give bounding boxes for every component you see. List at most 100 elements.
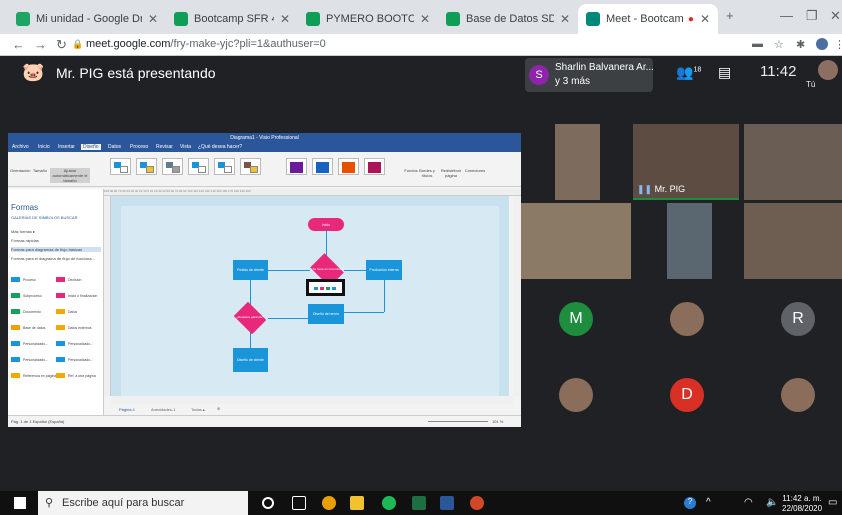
help-icon[interactable]: ? — [684, 497, 696, 509]
zoom-slider[interactable] — [428, 421, 488, 422]
cortana-icon[interactable] — [262, 497, 274, 509]
stencil-shape[interactable]: Personalizado... — [11, 341, 48, 346]
tab-base-datos[interactable]: Base de Datos SDES - Hojas de ✕ — [438, 4, 578, 34]
participant-chip[interactable]: S Sharlin Balvanera Ar... y 3 más — [525, 58, 654, 92]
star-icon[interactable]: ☆ — [774, 38, 784, 51]
tab-inicio[interactable]: Inicio — [38, 144, 50, 150]
more-shapes-link[interactable]: Más formas ▸ — [11, 229, 35, 234]
tab-google-drive[interactable]: Mi unidad - Google Drive ✕ — [8, 4, 166, 34]
tab-revisar[interactable]: Revisar — [156, 144, 173, 150]
stencil-shape[interactable]: Datos externos — [56, 325, 92, 330]
close-icon[interactable]: ✕ — [560, 12, 570, 26]
flow-process[interactable]: Producción interna — [366, 260, 402, 280]
participant-tile[interactable] — [744, 203, 842, 279]
tab-datos[interactable]: Datos — [108, 144, 121, 150]
url-field[interactable]: meet.google.com/fry-make-yjc?pli=1&authu… — [86, 38, 326, 50]
lock-icon[interactable]: 🔒 — [72, 39, 83, 50]
tab-pymero[interactable]: PYMERO BOOTCAMP - Hojas d ✕ — [298, 4, 438, 34]
variant-thumbnail[interactable] — [338, 158, 359, 175]
autofit-button[interactable]: Ajustar automáticamente el tamaño — [50, 168, 90, 183]
cross-functional-stencil[interactable]: Formas para el diagrama de flujo de func… — [11, 256, 95, 261]
task-view-icon[interactable] — [292, 496, 306, 510]
stencil-shape[interactable]: Personalizado... — [56, 341, 93, 346]
stencil-shape[interactable]: Personalizado... — [56, 357, 93, 362]
avatar[interactable] — [781, 378, 815, 412]
participant-tile-presenter[interactable]: ❚❚ Mr. PIG — [633, 124, 739, 200]
avatar[interactable] — [559, 378, 593, 412]
stencil-shape[interactable]: Base de datos — [11, 325, 45, 330]
tab-diseno[interactable]: Diseño — [81, 144, 101, 150]
connectors-button[interactable]: Conectores — [464, 168, 486, 173]
tell-me-search[interactable]: ¿Qué desea hacer? — [198, 144, 242, 150]
quick-shapes-link[interactable]: Formas rápidas — [11, 238, 39, 243]
stencil-shape[interactable]: Proceso — [11, 277, 36, 282]
basic-flowchart-stencil[interactable]: Formas para diagramas de flujo básicas — [11, 247, 101, 252]
participant-tile[interactable] — [521, 203, 631, 279]
tab-proceso[interactable]: Proceso — [130, 144, 148, 150]
shapes-subtabs[interactable]: GALERÍAS DE SÍMBOLOS BUSCAR — [11, 215, 77, 220]
volume-icon[interactable]: 🔈 — [766, 497, 778, 508]
tab-bootcamp[interactable]: Bootcamp SFR 4ta Gen. - Hoja ✕ — [166, 4, 298, 34]
size-button[interactable]: Tamaño — [32, 168, 48, 173]
flow-decision[interactable]: ¿Requiere garantía? — [232, 301, 268, 335]
theme-thumbnail[interactable] — [240, 158, 261, 175]
tab-vista[interactable]: Vista — [180, 144, 191, 150]
close-icon[interactable]: ✕ — [700, 12, 710, 26]
close-icon[interactable]: ✕ — [280, 12, 290, 26]
back-icon[interactable]: ← — [12, 37, 25, 52]
flow-process[interactable]: Pedido de cliente — [233, 260, 268, 280]
taskbar-clock[interactable]: 11:42 a. m. 22/08/2020 — [782, 494, 822, 514]
people-icon[interactable]: 👥18 — [676, 64, 701, 81]
close-icon[interactable]: ✕ — [420, 12, 430, 26]
flow-process[interactable]: Diseño del envío — [308, 304, 344, 324]
selected-shape[interactable] — [306, 279, 345, 296]
tab-archivo[interactable]: Archivo — [12, 144, 29, 150]
taskbar-search[interactable]: ⚲ Escribe aquí para buscar — [38, 491, 248, 515]
self-avatar[interactable] — [818, 60, 838, 80]
stencil-shape[interactable]: Ref. a otra página — [56, 373, 96, 378]
extensions-icon[interactable]: ✱ — [796, 38, 805, 51]
chrome-icon[interactable] — [322, 496, 336, 510]
variant-thumbnail[interactable] — [364, 158, 385, 175]
page-tab-all[interactable]: Todas ▴ — [191, 407, 205, 412]
minimize-button[interactable]: — — [780, 8, 793, 23]
stencil-shape[interactable]: Datos — [56, 309, 77, 314]
flow-process[interactable]: Diseño de cliente — [233, 348, 268, 372]
profile-icon[interactable] — [816, 38, 828, 50]
windows-start-icon[interactable] — [14, 497, 26, 509]
page-tab-1[interactable]: Página-1 — [119, 407, 135, 412]
vertical-scrollbar[interactable] — [513, 196, 521, 396]
borders-button[interactable]: Bordes y títulos — [418, 168, 436, 178]
file-explorer-icon[interactable] — [350, 496, 364, 510]
reload-icon[interactable]: ↻ — [56, 37, 67, 53]
spotify-icon[interactable] — [382, 496, 396, 510]
theme-thumbnail[interactable] — [136, 158, 157, 175]
tab-meet[interactable]: Meet - Bootcamp SFR 4ta ● ✕ — [578, 4, 718, 34]
relayout-button[interactable]: Redistribuir página — [440, 168, 462, 178]
zoom-level[interactable]: 101 % — [492, 419, 503, 424]
notification-icon[interactable]: ▭ — [828, 497, 837, 508]
stencil-shape[interactable]: Decisión — [56, 277, 81, 282]
page-tab-anexidades[interactable]: Anexidades-1 — [151, 407, 175, 412]
forward-icon[interactable]: → — [34, 37, 47, 52]
camera-icon[interactable]: ▬ — [752, 38, 763, 50]
theme-thumbnail[interactable] — [110, 158, 131, 175]
add-page-icon[interactable]: ⊕ — [217, 406, 220, 411]
stencil-shape[interactable]: Referencia en página — [11, 373, 56, 378]
powerpoint-icon[interactable] — [470, 496, 484, 510]
close-window-button[interactable]: ✕ — [830, 8, 841, 24]
avatar[interactable] — [670, 302, 704, 336]
horizontal-scrollbar[interactable] — [111, 396, 513, 404]
restore-button[interactable]: ❐ — [806, 8, 818, 24]
menu-icon[interactable]: ⋮ — [834, 38, 842, 51]
participant-tile[interactable] — [744, 124, 842, 200]
theme-thumbnail[interactable] — [188, 158, 209, 175]
tab-insertar[interactable]: Insertar — [58, 144, 75, 150]
orientation-button[interactable]: Orientación — [10, 168, 30, 173]
chevron-up-icon[interactable]: ^ — [706, 497, 711, 508]
word-icon[interactable] — [440, 496, 454, 510]
variant-thumbnail[interactable] — [312, 158, 333, 175]
chat-icon[interactable]: ▤ — [718, 64, 731, 81]
new-tab-button[interactable]: + — [726, 8, 734, 23]
stencil-shape[interactable]: Documento — [11, 309, 41, 314]
